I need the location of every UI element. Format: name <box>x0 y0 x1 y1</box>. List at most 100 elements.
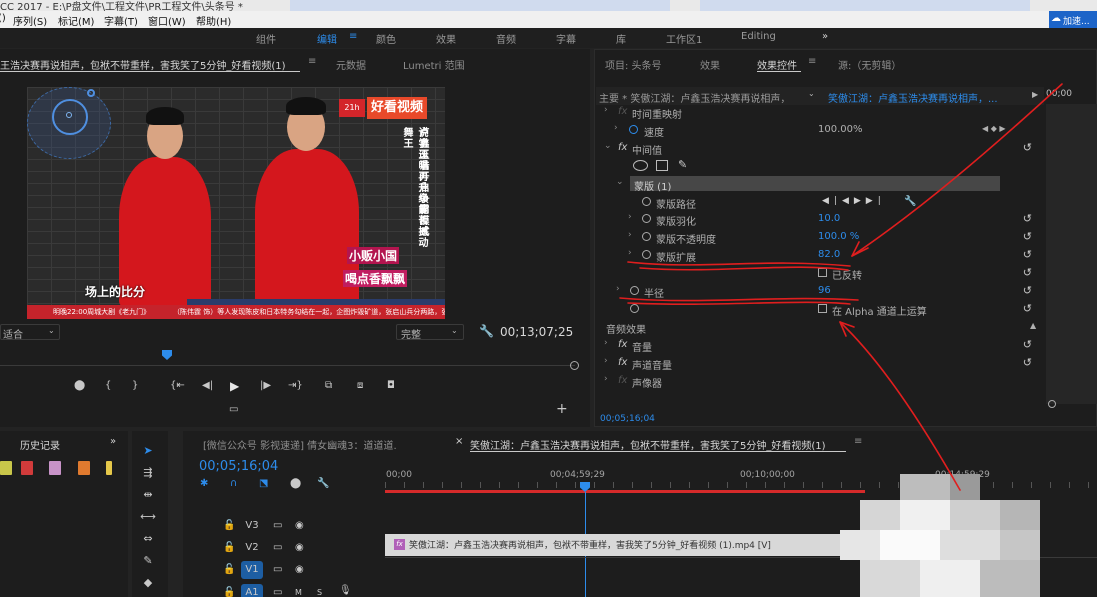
rate-stretch-tool-icon[interactable]: ⟷ <box>140 510 156 523</box>
radius-value[interactable]: 96 <box>818 285 831 296</box>
step-back-icon[interactable]: ◀| <box>202 380 213 392</box>
menu-item-help[interactable]: 帮助(H) <box>196 13 231 28</box>
chevron-right-icon[interactable]: › <box>628 212 632 222</box>
chevron-right-icon[interactable]: › <box>604 374 608 384</box>
reset-icon[interactable]: ↺ <box>1023 212 1032 225</box>
menu-item-sequence[interactable]: 序列(S) <box>13 13 47 28</box>
row-speed[interactable]: › 速度 100.00% ◀ ◆ ▶ <box>598 121 1040 139</box>
row-time-remap[interactable]: › fx 时间重映射 <box>598 103 1040 121</box>
menu-item-window[interactable]: 窗口(W) <box>148 13 186 28</box>
reset-icon[interactable]: ↺ <box>1023 356 1032 369</box>
eye-icon[interactable]: ◉ <box>295 542 304 554</box>
label-color-swatch[interactable] <box>0 461 12 475</box>
workspace-color[interactable]: 颜色 <box>376 31 396 46</box>
playhead-timecode[interactable]: 00;13;07;25 <box>500 325 573 339</box>
chevron-right-icon[interactable]: › <box>628 248 632 258</box>
step-forward-icon[interactable]: |▶ <box>260 380 271 392</box>
workspace-audio[interactable]: 音频 <box>496 31 516 46</box>
work-area-bar[interactable] <box>385 490 865 493</box>
tab-source[interactable]: 源:（无剪辑） <box>838 57 901 72</box>
workspace-editing-en[interactable]: Editing <box>741 31 776 42</box>
linked-selection-icon[interactable]: ⬔ <box>259 478 268 490</box>
chevron-right-icon[interactable]: › <box>604 338 608 348</box>
workspace-assembly[interactable]: 组件 <box>256 31 276 46</box>
tab-sequence-inactive[interactable]: [微信公众号 影视速递] 倩女幽魂3：道道道. <box>203 437 397 452</box>
wrench-icon[interactable]: 🔧 <box>317 478 329 490</box>
workspace-menu-icon[interactable]: ≡ <box>349 31 357 42</box>
collapse-up-icon[interactable]: ▲ <box>1030 321 1036 330</box>
workspace-more-icon[interactable]: » <box>822 31 828 42</box>
add-marker-icon[interactable]: ⬤ <box>290 478 301 490</box>
menu-item-title[interactable]: 字幕(T) <box>104 13 138 28</box>
stopwatch-icon[interactable] <box>642 197 651 206</box>
inverted-checkbox[interactable] <box>818 268 827 277</box>
selection-tool-icon[interactable]: ➤ <box>140 444 156 457</box>
menu-item-marker[interactable]: 标记(M) <box>58 13 94 28</box>
wrench-icon[interactable]: 🔧 <box>904 196 916 207</box>
pen-tool-icon[interactable]: ✎ <box>140 554 156 567</box>
row-mask-1[interactable]: ⌄ 蒙版 (1) <box>598 175 1040 193</box>
mute-icon[interactable]: M <box>295 587 302 597</box>
sync-lock-icon[interactable]: ▭ <box>273 542 282 554</box>
label-color-swatch[interactable] <box>106 461 112 475</box>
camera-icon[interactable]: ◘ <box>387 380 395 392</box>
play-only-icon[interactable]: ▶ <box>1032 90 1038 99</box>
go-to-out-icon[interactable]: ⇥} <box>288 380 303 392</box>
mark-in-icon[interactable]: { <box>105 380 111 392</box>
pen-mask-icon[interactable]: ✎ <box>678 158 687 171</box>
chevron-down-icon[interactable]: ⌄ <box>604 141 612 151</box>
close-icon[interactable]: × <box>455 436 463 447</box>
mark-out-icon[interactable]: } <box>132 380 138 392</box>
workspace-effects[interactable]: 效果 <box>436 31 456 46</box>
keyframe-area[interactable] <box>1046 104 1097 404</box>
speed-value[interactable]: 100.00% <box>818 124 863 135</box>
chevron-right-icon[interactable]: › <box>616 284 620 294</box>
tab-history[interactable]: 历史记录 <box>20 437 60 452</box>
track-select-tool-icon[interactable]: ⇶ <box>140 466 156 479</box>
track-label-v3[interactable]: V3 <box>241 517 263 535</box>
video-clip[interactable]: fx 笑傲江湖：卢鑫玉浩决赛再说相声，包袱不带重样，害我笑了5分钟_好看视频 (… <box>385 534 855 556</box>
add-marker-icon[interactable]: ⬤ <box>74 380 85 392</box>
reset-icon[interactable]: ↺ <box>1023 266 1032 279</box>
track-label-v2[interactable]: V2 <box>241 539 263 557</box>
stopwatch-icon[interactable] <box>630 286 639 295</box>
stopwatch-icon[interactable] <box>642 214 651 223</box>
reset-icon[interactable]: ↺ <box>1023 248 1032 261</box>
row-median[interactable]: ⌄ fx 中间值 ↺ <box>598 139 1040 157</box>
mask-center-handle[interactable] <box>66 112 72 118</box>
chevron-right-icon[interactable]: › <box>614 123 618 133</box>
lock-icon[interactable]: 🔓 <box>223 587 235 597</box>
label-color-swatch[interactable] <box>21 461 33 475</box>
row-inverted[interactable]: 已反转 ↺ <box>598 264 1040 282</box>
label-color-swatch[interactable] <box>78 461 90 475</box>
workspace-custom[interactable]: 工作区1 <box>666 31 702 46</box>
effect-controls-timecode[interactable]: 00;05;16;04 <box>600 414 655 424</box>
button-editor-icon[interactable]: ▭ <box>229 404 238 416</box>
reset-icon[interactable]: ↺ <box>1023 302 1032 315</box>
row-mask-feather[interactable]: › 蒙版羽化 10.0 ↺ <box>598 210 1040 228</box>
row-volume[interactable]: › fx 音量 ↺ <box>598 336 1040 354</box>
chevron-right-icon[interactable]: › <box>604 356 608 366</box>
keyframe-nav-icon[interactable]: ◀ ◆ ▶ <box>982 124 1006 133</box>
chevron-right-icon[interactable]: › <box>628 230 632 240</box>
label-color-swatch[interactable] <box>49 461 61 475</box>
reset-icon[interactable]: ↺ <box>1023 338 1032 351</box>
rectangle-mask-icon[interactable] <box>656 160 668 171</box>
tab-menu-icon[interactable]: ≡ <box>808 56 816 67</box>
eye-icon[interactable]: ◉ <box>295 520 304 532</box>
workspace-titles[interactable]: 字幕 <box>556 31 576 46</box>
track-label-a1[interactable]: A1 <box>241 584 263 597</box>
microphone-icon[interactable]: 🎙 <box>339 585 352 597</box>
extract-icon[interactable]: ⧈ <box>357 380 363 392</box>
lift-icon[interactable]: ⧉ <box>325 380 332 392</box>
quality-select[interactable]: 完整 ⌄ <box>396 324 464 341</box>
ellipse-mask-icon[interactable] <box>633 160 648 171</box>
reset-icon[interactable]: ↺ <box>1023 230 1032 243</box>
sync-lock-icon[interactable]: ▭ <box>273 520 282 532</box>
add-button-icon[interactable]: + <box>556 402 568 416</box>
stopwatch-icon[interactable] <box>642 232 651 241</box>
tab-metadata[interactable]: 元数据 <box>336 57 366 72</box>
slip-tool-icon[interactable]: ⇔ <box>140 532 156 545</box>
row-panner[interactable]: › fx 声像器 <box>598 372 1040 390</box>
tab-sequence-active[interactable]: 笑傲江湖：卢鑫玉浩决赛再说相声，包袱不带重样，害我笑了5分钟_好看视频(1) <box>470 437 826 452</box>
